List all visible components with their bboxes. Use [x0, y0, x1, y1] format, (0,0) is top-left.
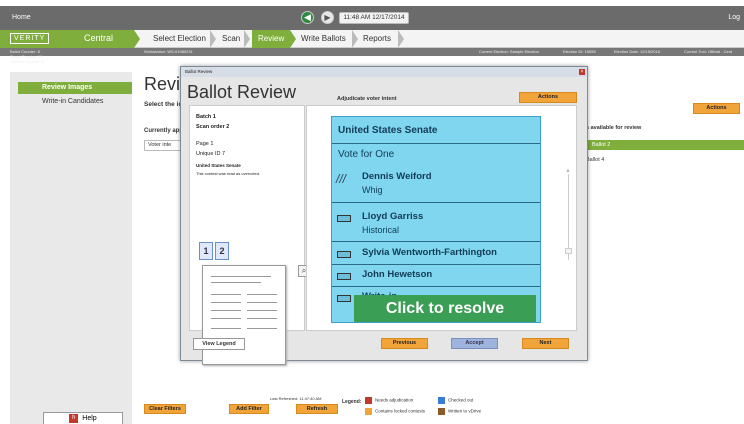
- oval-icon[interactable]: [337, 215, 351, 222]
- previous-button[interactable]: Previous: [381, 338, 428, 349]
- ballot-image: United States Senate Vote for One /// De…: [331, 116, 541, 323]
- candidate-name: Sylvia Wentworth-Farthington: [362, 247, 497, 258]
- candidate-name: Dennis Weiford: [362, 171, 432, 182]
- clock-display: 11:48 AM 12/17/2014: [339, 12, 409, 24]
- ballot-contest-title: United States Senate: [338, 125, 438, 136]
- lifetime-counter: Lifetime Counter: 8: [10, 59, 44, 64]
- sidebar: Review Images Write-in Candidates h Help: [10, 72, 132, 424]
- refresh-button[interactable]: Refresh: [296, 404, 338, 414]
- dialog-window-title: Ballot Review: [185, 69, 213, 74]
- lock-icon: [365, 408, 372, 415]
- ballot-review-dialog: Ballot Review × Ballot Review Adjudicate…: [180, 66, 588, 365]
- step-divider: [352, 30, 358, 48]
- step-divider: [244, 30, 250, 48]
- dialog-title: Ballot Review: [187, 82, 297, 102]
- candidate-name: John Hewetson: [362, 269, 433, 280]
- adjudicate-label: Adjudicate voter intent: [337, 96, 397, 102]
- page-2-icon[interactable]: 2: [215, 242, 229, 260]
- last-refreshed: Last Refreshed: 11:47:40 AM: [270, 396, 322, 401]
- legend-checked-out: Checked out: [438, 397, 473, 404]
- step-divider: [134, 30, 140, 48]
- step-divider: [210, 30, 216, 48]
- home-link[interactable]: Home: [12, 14, 31, 21]
- view-legend-button[interactable]: View Legend: [193, 338, 245, 350]
- legend-needs-adjudication: Needs adjudication: [365, 397, 413, 404]
- candidate-party: Historical: [362, 225, 400, 235]
- actions-button[interactable]: Actions: [693, 103, 740, 114]
- top-bar: Home ◀ ▶ 11:48 AM 12/17/2014 Log: [0, 6, 744, 30]
- ballot-scrollbar[interactable]: ▲: [565, 168, 572, 268]
- workflow-bar: VERITY Central Select Election Scan Revi…: [0, 30, 744, 48]
- unique-id-label: Unique ID 7: [196, 151, 226, 157]
- candidate-party: Whig: [362, 185, 383, 195]
- ballot-image-frame: United States Senate Vote for One /// De…: [306, 105, 577, 331]
- voter-intent-filter[interactable]: Voter inte: [144, 140, 184, 151]
- batch-label: Batch 1: [196, 114, 216, 120]
- election-info: Current Election: Sample Election: [479, 49, 539, 54]
- workstation-info: Workstation: WS-01989231: [144, 49, 193, 54]
- dialog-titlebar: Ballot Review ×: [181, 67, 587, 77]
- page-selector: 1 2: [199, 242, 231, 260]
- ballot-list-item[interactable]: Ballot 4: [586, 157, 604, 163]
- clear-filters-button[interactable]: Clear Filters: [144, 404, 186, 414]
- vote-for-one: Vote for One: [338, 149, 395, 160]
- page-label: Page 1: [196, 141, 214, 147]
- sidebar-item-write-in-candidates[interactable]: Write-in Candidates: [18, 96, 132, 108]
- marked-oval-icon: ///: [336, 172, 347, 186]
- contest-name: United States Senate: [196, 163, 241, 168]
- accept-button[interactable]: Accept: [451, 338, 498, 349]
- candidate-name: Lloyd Garriss: [362, 211, 424, 222]
- legend-title: Legend:: [342, 399, 362, 405]
- sidebar-item-review-images[interactable]: Review Images: [18, 82, 132, 94]
- verity-logo: VERITY: [10, 33, 50, 44]
- add-filter-button[interactable]: Add Filter: [229, 404, 269, 414]
- step-review[interactable]: Review: [252, 30, 291, 48]
- help-button[interactable]: h Help: [43, 412, 123, 424]
- page-1-icon[interactable]: 1: [199, 242, 213, 260]
- step-reports[interactable]: Reports: [363, 30, 391, 48]
- vdrive-icon: [438, 408, 445, 415]
- help-label: Help: [82, 415, 97, 422]
- checked-out-icon: [438, 397, 445, 404]
- scroll-thumb[interactable]: [565, 248, 572, 254]
- dialog-actions-button[interactable]: Actions: [519, 92, 577, 103]
- current-filter-label: Currently app: [144, 128, 184, 134]
- mode-info: Current Tool: Official - Cent: [684, 49, 733, 54]
- oval-icon[interactable]: [337, 273, 351, 280]
- needs-adjudication-icon: [365, 397, 372, 404]
- app-window: Home ◀ ▶ 11:48 AM 12/17/2014 Log VERITY …: [0, 0, 744, 424]
- oval-icon[interactable]: [337, 295, 351, 302]
- ballot-thumbnail[interactable]: [202, 265, 286, 365]
- available-ballots-label: s available for review: [586, 125, 642, 131]
- legend-written-vdrive: Written to vDrive: [438, 408, 481, 415]
- step-write-ballots[interactable]: Write Ballots: [301, 30, 346, 48]
- close-icon[interactable]: ×: [579, 69, 585, 75]
- login-link[interactable]: Log: [728, 14, 740, 21]
- step-divider: [398, 30, 404, 48]
- click-to-resolve-button[interactable]: Click to resolve: [354, 295, 536, 322]
- step-select-election[interactable]: Select Election: [153, 30, 206, 48]
- election-id-info: Election ID: 15555: [563, 49, 596, 54]
- contest-note: This contest was read as overvoted.: [196, 171, 261, 176]
- counters: Ballot Counter: 8 Sheet Counter: 15 Life…: [10, 49, 44, 64]
- back-icon[interactable]: ◀: [301, 11, 314, 24]
- ballot-info-panel: Batch 1 Scan order 2 Page 1 Unique ID 7 …: [189, 105, 310, 365]
- step-scan[interactable]: Scan: [222, 30, 240, 48]
- product-name: Central: [84, 33, 114, 43]
- page-subtitle: Select the ic: [144, 101, 182, 108]
- next-button[interactable]: Next: [522, 338, 569, 349]
- forward-icon[interactable]: ▶: [321, 11, 334, 24]
- oval-icon[interactable]: [337, 251, 351, 258]
- scan-order-label: Scan order 2: [196, 124, 230, 130]
- election-date-info: Election Date: 12/15/2015: [614, 49, 661, 54]
- info-bar: Workstation: WS-01989231 Current Electio…: [0, 48, 744, 56]
- help-icon: h: [69, 413, 79, 423]
- ballot-list-item-selected[interactable]: Ballot 2: [586, 140, 744, 150]
- step-divider: [290, 30, 296, 48]
- brand: VERITY Central: [0, 30, 134, 48]
- legend-locked-contests: Contains locked contests: [365, 408, 425, 415]
